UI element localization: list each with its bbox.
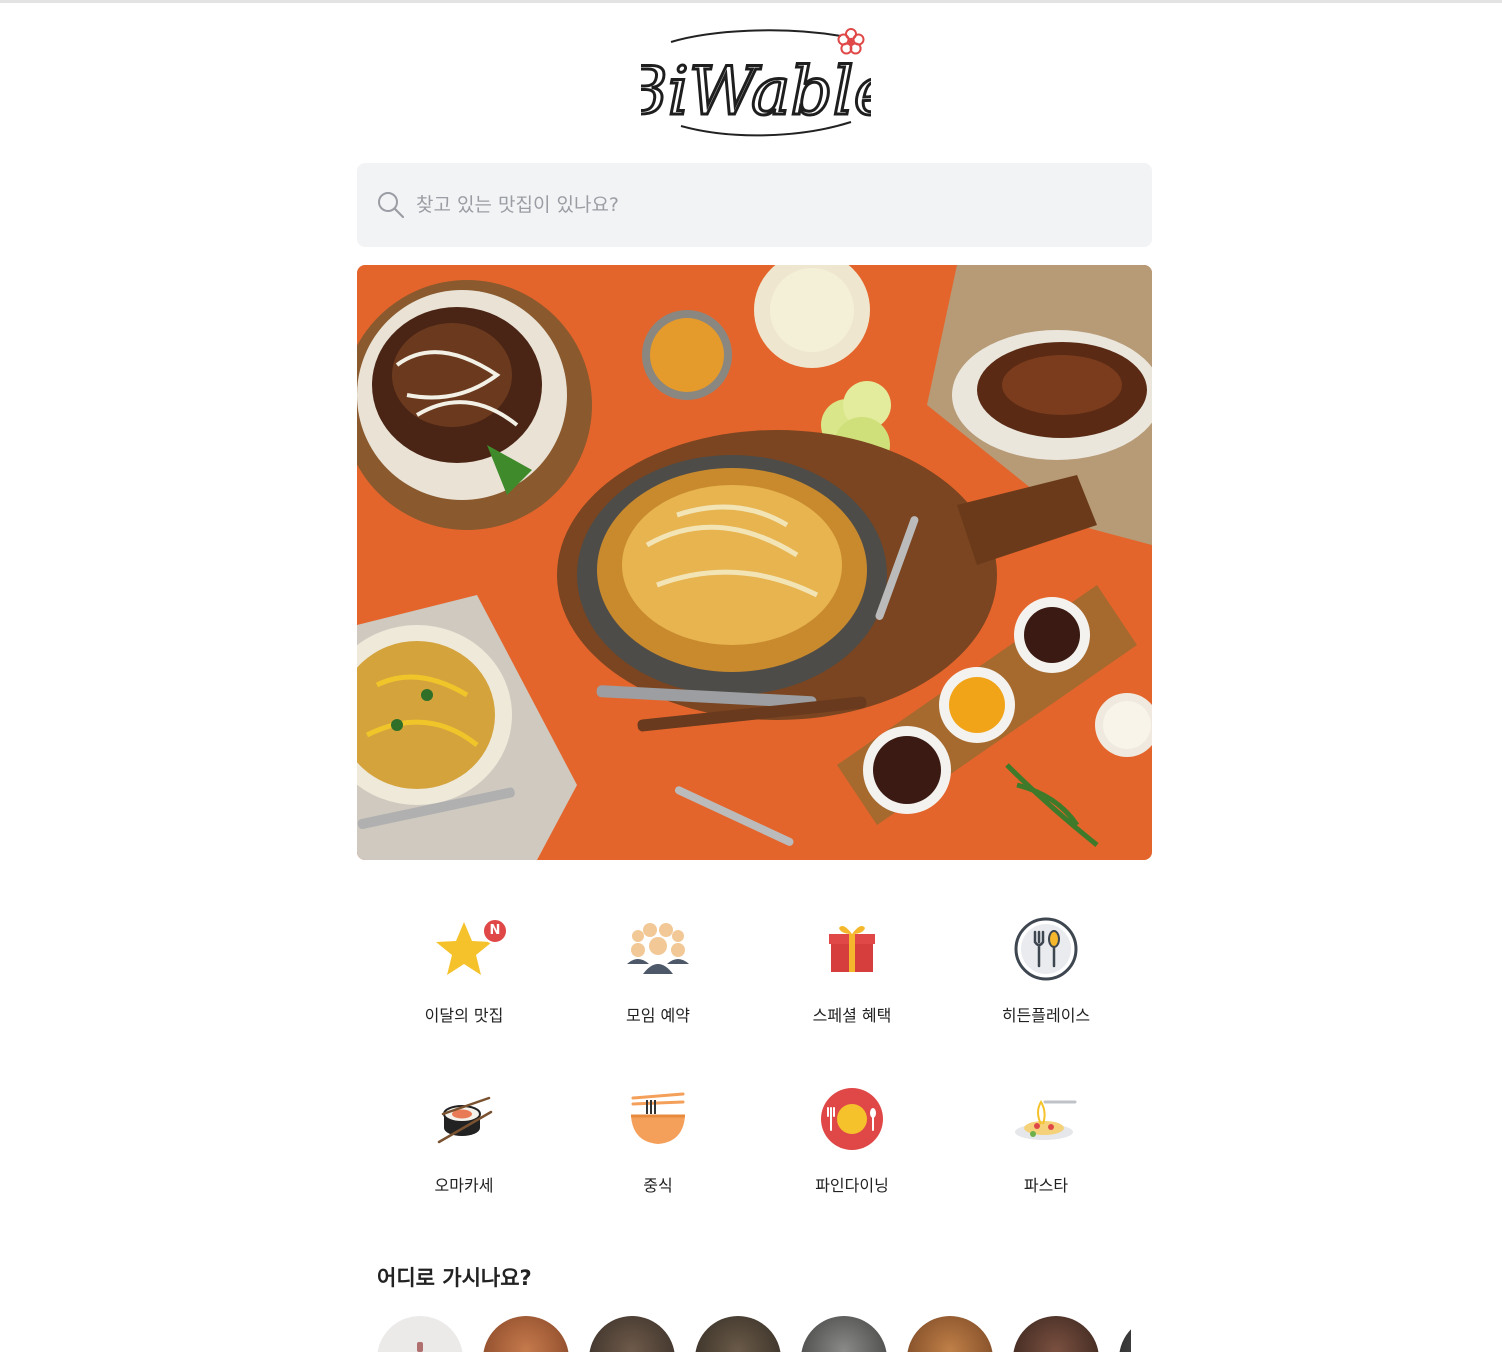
category-label: 오마카세	[434, 1176, 494, 1195]
category-pasta[interactable]: 파스타	[966, 1070, 1126, 1200]
search-input[interactable]	[414, 193, 1118, 217]
pasta-icon	[1015, 1100, 1077, 1140]
region-item[interactable]	[801, 1316, 887, 1352]
regions-section-title: 어디로 가시나요?	[377, 1266, 532, 1290]
region-item[interactable]	[907, 1316, 993, 1352]
page-container: BiWable	[357, 0, 1152, 1352]
category-chinese[interactable]: 중식	[578, 1070, 738, 1200]
flower-icon	[837, 28, 865, 55]
sushi-icon	[437, 1096, 493, 1144]
search-bar[interactable]	[357, 163, 1152, 247]
region-item[interactable]	[483, 1316, 569, 1352]
category-label: 모임 예약	[626, 1006, 690, 1025]
biwable-logo[interactable]: BiWable	[641, 22, 871, 144]
category-fine-dining[interactable]: 파인다이닝	[772, 1070, 932, 1200]
search-icon	[378, 192, 405, 219]
category-monthly-best[interactable]: N 이달의 맛집	[384, 900, 544, 1030]
category-label: 중식	[643, 1176, 673, 1195]
new-badge: N	[482, 918, 508, 944]
category-special-benefits[interactable]: 스페셜 혜택	[772, 900, 932, 1030]
category-hidden-place[interactable]: 히든플레이스	[966, 900, 1126, 1030]
category-label: 이달의 맛집	[424, 1006, 504, 1025]
region-item-all[interactable]	[377, 1316, 463, 1352]
region-item[interactable]	[695, 1316, 781, 1352]
category-omakase[interactable]: 오마카세	[384, 1070, 544, 1200]
fine-dining-plate-icon	[821, 1088, 883, 1150]
region-item[interactable]	[1119, 1316, 1131, 1352]
region-item[interactable]	[589, 1316, 675, 1352]
region-list	[377, 1316, 1131, 1352]
category-group-reservation[interactable]: 모임 예약	[578, 900, 738, 1030]
fork-spoon-icon	[1014, 917, 1078, 981]
pin-icon	[417, 1342, 423, 1352]
noodle-bowl-icon	[631, 1092, 685, 1144]
people-group-icon	[627, 923, 689, 974]
hero-banner-image[interactable]	[357, 265, 1152, 860]
category-label: 파스타	[1023, 1176, 1069, 1195]
category-label: 파인다이닝	[815, 1176, 889, 1195]
region-item[interactable]	[1013, 1316, 1099, 1352]
category-label: 스페셜 혜택	[812, 1006, 892, 1025]
gift-icon	[829, 926, 875, 972]
category-label: 히든플레이스	[1001, 1006, 1091, 1025]
logo-text: BiWable	[641, 53, 871, 130]
